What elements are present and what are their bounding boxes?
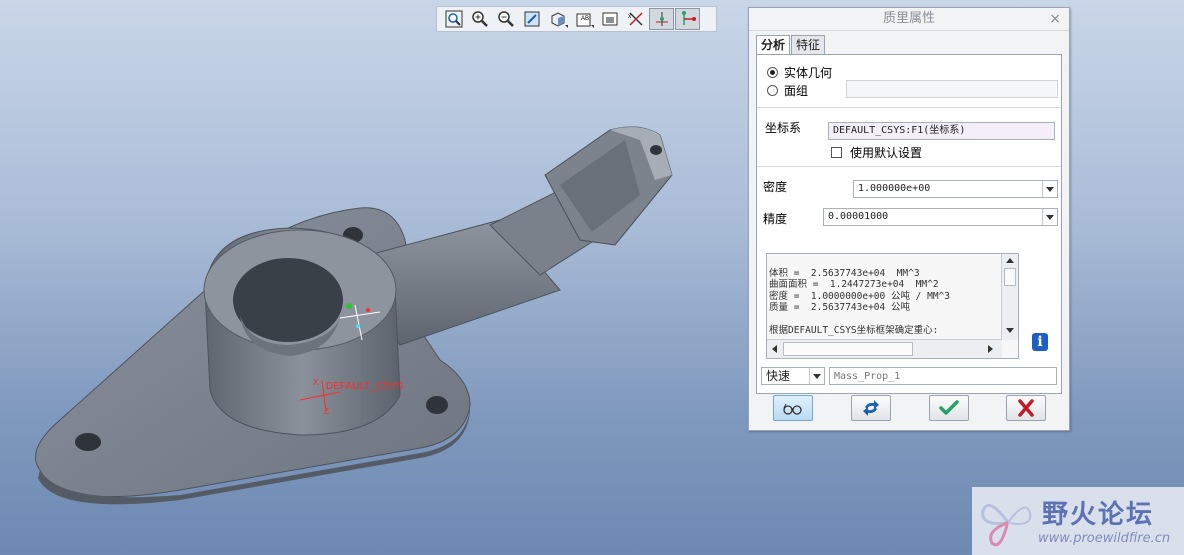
- mount-hole: [426, 396, 448, 414]
- mode-value: 快速: [766, 369, 791, 383]
- csys-x-label: X: [313, 378, 319, 387]
- chevron-down-icon[interactable]: [809, 368, 824, 384]
- use-default-label: 使用默认设置: [850, 146, 923, 160]
- results-output[interactable]: 体积 = 2.5637743e+04 MM^3 曲面面积 = 1.2447273…: [766, 253, 1019, 359]
- result-surface-area: 曲面面积 = 1.2447273e+04 MM^2: [769, 279, 939, 290]
- glasses-icon: [783, 403, 802, 415]
- dialog-title: 质里属性: [882, 11, 935, 26]
- view-manager-icon: [602, 12, 617, 26]
- density-value: 1.000000e+00: [858, 183, 931, 194]
- view-toolbar: AB X: [436, 6, 717, 32]
- spin-center-button[interactable]: [649, 8, 674, 30]
- watermark-url: www.proewildfire.cn: [1038, 531, 1171, 546]
- watermark: 野火论坛 www.proewildfire.cn: [972, 487, 1184, 555]
- model-viewport[interactable]: DEFAULT_CSYS X Z: [0, 0, 740, 555]
- zoom-in-icon: [471, 11, 488, 27]
- radio-solid-row[interactable]: 实体几何: [767, 64, 832, 81]
- spin-center-icon: [655, 12, 668, 26]
- svg-text:AB: AB: [581, 16, 589, 22]
- dialog-tabs: 分析 特征: [756, 35, 826, 56]
- accuracy-label: 精度: [763, 212, 788, 226]
- radio-quilt-row[interactable]: 面组: [767, 82, 808, 99]
- result-mass: 质量 = 2.5637743e+04 公吨: [769, 302, 910, 313]
- csys-display-button[interactable]: [675, 8, 700, 30]
- csys-display-icon: [681, 11, 696, 25]
- analysis-panel: 实体几何 面组 坐标系 DEFAULT_CSYS:F1(坐标系) 使用默认设置 …: [756, 54, 1062, 394]
- feature-name-input[interactable]: [829, 367, 1057, 385]
- csys-label: DEFAULT_CSYS: [326, 381, 403, 392]
- ok-button[interactable]: [929, 395, 969, 421]
- datum-display-icon: X: [628, 12, 643, 26]
- radio-quilt[interactable]: [767, 85, 778, 96]
- result-density: 密度 = 1.0000000e+00 公吨 / MM^3: [769, 290, 950, 302]
- mass-properties-dialog: 质里属性 × 分析 特征 实体几何 面组 坐标系 DEFAULT_CSYS:F1…: [748, 7, 1070, 431]
- separator: [757, 107, 1061, 108]
- accuracy-select[interactable]: 0.00001000: [823, 208, 1058, 226]
- result-volume: 体积 = 2.5637743e+04 MM^3: [769, 267, 920, 279]
- datum-display-button[interactable]: X: [623, 8, 648, 30]
- use-default-checkbox[interactable]: [831, 147, 842, 158]
- radio-solid-label: 实体几何: [784, 66, 833, 80]
- repaint-icon: [524, 11, 539, 27]
- radio-quilt-label: 面组: [784, 84, 809, 98]
- result-cog-header: 根据DEFAULT_CSYS坐标框架确定重心:: [769, 325, 939, 336]
- accuracy-value: 0.00001000: [828, 211, 889, 222]
- preview-button[interactable]: [773, 395, 813, 421]
- bore-hole: [233, 258, 343, 342]
- cancel-button[interactable]: [1006, 395, 1046, 421]
- shading-icon: [551, 12, 564, 27]
- results-hscrollbar[interactable]: [767, 339, 1002, 358]
- repaint-button[interactable]: [519, 8, 544, 30]
- check-icon: [939, 400, 959, 415]
- shading-button[interactable]: [545, 8, 570, 30]
- tab-analysis[interactable]: 分析: [756, 35, 791, 56]
- dialog-title-bar: 质里属性 ×: [749, 8, 1069, 31]
- view-manager-button[interactable]: [597, 8, 622, 30]
- quilt-field[interactable]: [846, 80, 1058, 98]
- info-icon[interactable]: i: [1032, 333, 1048, 351]
- saved-views-icon: AB: [576, 13, 590, 27]
- mount-hole: [75, 433, 101, 451]
- close-icon: [1018, 399, 1034, 417]
- density-select[interactable]: 1.000000e+00: [853, 180, 1058, 198]
- csys-label: 坐标系: [765, 121, 802, 135]
- butterfly-logo-icon: [981, 503, 1032, 547]
- radio-solid[interactable]: [767, 67, 778, 78]
- results-text: 体积 = 2.5637743e+04 MM^3 曲面面积 = 1.2447273…: [769, 256, 999, 337]
- csys-z-label: Z: [324, 407, 329, 416]
- zoom-fit-button[interactable]: [441, 8, 466, 30]
- saved-views-button[interactable]: AB: [571, 8, 596, 30]
- zoom-in-button[interactable]: [467, 8, 492, 30]
- zoom-out-icon: [497, 11, 514, 27]
- chevron-down-icon[interactable]: [1042, 209, 1057, 225]
- tab-feature[interactable]: 特征: [791, 35, 826, 55]
- density-label: 密度: [763, 180, 788, 194]
- csys-field[interactable]: DEFAULT_CSYS:F1(坐标系): [828, 122, 1055, 140]
- zoom-out-button[interactable]: [493, 8, 518, 30]
- close-icon[interactable]: ×: [1049, 8, 1061, 30]
- nozzle-hole: [650, 145, 662, 155]
- results-vscrollbar[interactable]: [1001, 254, 1018, 340]
- refresh-icon: [863, 400, 879, 416]
- mode-select[interactable]: 快速: [761, 367, 825, 385]
- use-default-row[interactable]: 使用默认设置: [831, 144, 922, 161]
- watermark-title: 野火论坛: [1042, 500, 1155, 530]
- chevron-down-icon[interactable]: [1042, 181, 1057, 197]
- recompute-button[interactable]: [851, 395, 891, 421]
- zoom-fit-icon: [445, 10, 462, 28]
- separator: [757, 166, 1061, 167]
